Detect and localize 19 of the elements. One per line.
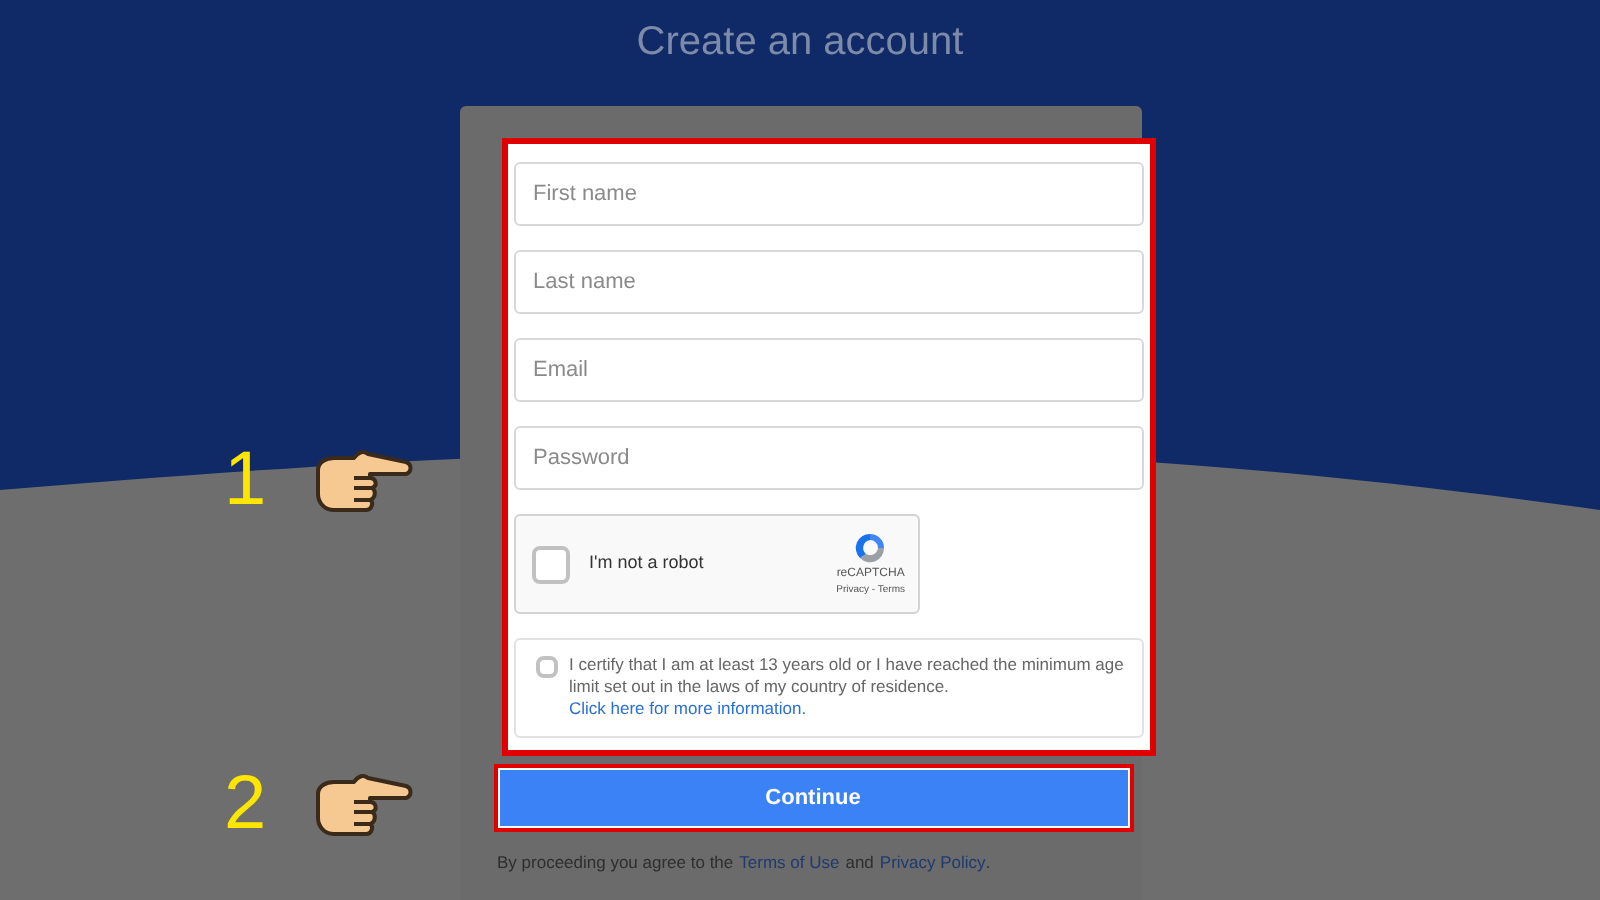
footer-text: and	[845, 850, 874, 876]
footer-text: .	[985, 850, 991, 876]
input-field[interactable]: First name	[513, 162, 1143, 226]
input-field[interactable]: Last name	[513, 250, 1143, 314]
pointing-hand-icon	[310, 446, 415, 514]
checkbox[interactable]	[535, 656, 557, 678]
footer-text: By proceeding you agree to the	[497, 850, 734, 876]
captcha-label: I'm not a robot	[589, 550, 706, 577]
step-number: 2	[224, 760, 267, 848]
input-field[interactable]: Email	[513, 338, 1143, 402]
continue-button[interactable]: Continue	[499, 770, 1127, 826]
certify-text: I certify that I am at least 13 years old or I have reached the minimum age limit set out in the laws of my country of residence. Click here for more information.	[569, 654, 1125, 720]
page-title: Create an account	[636, 18, 964, 68]
input-field[interactable]: Password	[513, 426, 1143, 490]
checkbox[interactable]	[531, 545, 569, 583]
more-info-link[interactable]: Click here for more information.	[569, 698, 807, 718]
privacy-link[interactable]: Privacy Policy	[879, 850, 986, 876]
terms-link[interactable]: Terms of Use	[739, 850, 840, 876]
pointing-hand-icon	[310, 770, 415, 838]
